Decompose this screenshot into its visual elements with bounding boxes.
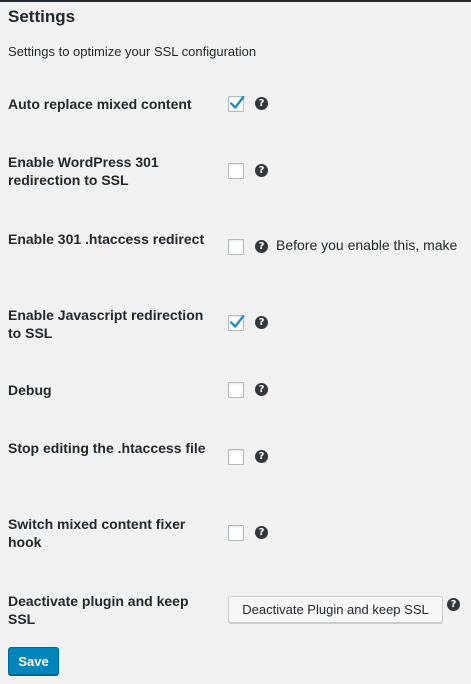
top-border: [0, 0, 471, 2]
help-icon[interactable]: ?: [255, 97, 268, 110]
setting-label-debug: Debug: [8, 382, 52, 398]
setting-label-htaccess-301-redirect: Enable 301 .htaccess redirect: [8, 231, 205, 247]
setting-label-javascript-redirect: Enable Javascript redirection to SSL: [8, 307, 204, 341]
setting-label-stop-editing-htaccess: Stop editing the .htaccess file: [8, 440, 206, 456]
setting-label-auto-replace-mixed-content: Auto replace mixed content: [8, 96, 192, 112]
checkmark-icon: [229, 95, 245, 109]
checkmark-icon: [229, 314, 245, 328]
help-icon[interactable]: ?: [255, 450, 268, 463]
checkbox-stop-editing-htaccess[interactable]: [228, 449, 244, 465]
help-icon[interactable]: ?: [255, 240, 268, 253]
checkbox-switch-fixer-hook[interactable]: [228, 525, 244, 541]
save-button[interactable]: Save: [8, 647, 59, 675]
checkbox-auto-replace-mixed-content[interactable]: [228, 95, 245, 112]
setting-label-wordpress-301-redirect: Enable WordPress 301 redirection to SSL: [8, 154, 159, 188]
setting-label-deactivate-plugin: Deactivate plugin and keep SSL: [8, 593, 189, 627]
checkbox-wordpress-301-redirect[interactable]: [228, 163, 244, 179]
help-icon[interactable]: ?: [255, 316, 268, 329]
setting-label-switch-fixer-hook: Switch mixed content fixer hook: [8, 516, 186, 550]
help-icon[interactable]: ?: [255, 383, 268, 396]
page-title: Settings: [8, 7, 76, 26]
htaccess-help-text: Before you enable this, make: [276, 237, 458, 253]
page-subtitle: Settings to optimize your SSL configurat…: [8, 44, 257, 59]
checkbox-htaccess-301-redirect[interactable]: [228, 239, 244, 255]
deactivate-plugin-button[interactable]: Deactivate Plugin and keep SSL: [228, 596, 443, 623]
checkbox-debug[interactable]: [228, 382, 244, 398]
help-icon[interactable]: ?: [255, 526, 268, 539]
help-icon[interactable]: ?: [255, 164, 268, 177]
help-icon[interactable]: ?: [447, 598, 460, 611]
checkbox-javascript-redirect[interactable]: [228, 314, 245, 331]
